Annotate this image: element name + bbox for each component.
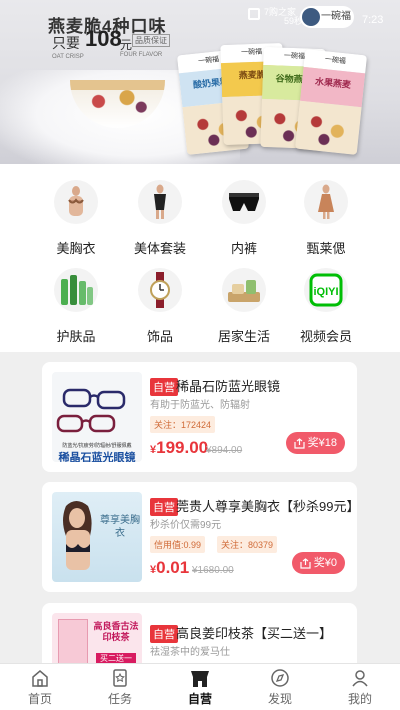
watch-icon [138, 268, 182, 312]
category-dress[interactable]: 甄莱偲 [286, 180, 366, 257]
task-icon [80, 668, 160, 688]
category-grid: 美胸衣 美体套装 内裤 甄莱偲 护肤品 饰品 居家生活 iQIYI 视频会员 [0, 164, 400, 352]
brand-logo-icon [302, 8, 320, 26]
category-bra[interactable]: 美胸衣 [36, 180, 116, 257]
user-icon [320, 668, 400, 688]
credit-value-chip: 信用值:0.99 [150, 536, 206, 553]
self-operated-badge: 自营 [150, 498, 178, 516]
banner-small-text: OAT CRISP [52, 54, 84, 60]
category-video-membership[interactable]: iQIYI 视频会员 [286, 268, 366, 345]
banner-price-unit: 元 [120, 38, 133, 52]
bottom-navigation: 首页 任务 自营 发现 我的 [0, 663, 400, 710]
category-underwear[interactable]: 内裤 [204, 180, 284, 257]
share-icon [300, 557, 311, 569]
nav-discover[interactable]: 发现 [240, 664, 320, 710]
status-time: 7:23 [362, 14, 384, 26]
share-icon [294, 437, 305, 449]
category-bodysuit[interactable]: 美体套装 [120, 180, 200, 257]
product-price: ¥199.00 [150, 438, 209, 457]
reward-button[interactable]: 奖¥0 [291, 552, 345, 574]
dress-icon [304, 180, 348, 224]
underwear-icon [222, 180, 266, 224]
original-price: ¥894.00 [206, 445, 243, 456]
product-description: 祛湿茶中的爱马仕 [150, 647, 230, 658]
banner-price: 108 [85, 26, 122, 51]
category-skincare[interactable]: 护肤品 [36, 268, 116, 345]
product-card[interactable]: 尊享美胸衣 自营 莞贵人尊享美胸衣【秒杀99元】 秒杀价仅需99元 信用值:0.… [42, 482, 360, 592]
original-price: ¥1680.00 [192, 565, 234, 576]
category-accessories[interactable]: 饰品 [120, 268, 200, 345]
home-icon [0, 668, 80, 688]
product-price: ¥0.01 [150, 558, 190, 577]
product-title: 高良姜印枝茶【买二送一】 [176, 626, 333, 641]
promo-banner[interactable]: 燕麦脆4种口味 只要 108 元 品质保证 OAT CRISP FOUR FLA… [0, 0, 400, 164]
nav-tasks[interactable]: 任务 [80, 664, 160, 710]
nav-home[interactable]: 首页 [0, 664, 80, 710]
nav-mine[interactable]: 我的 [320, 664, 400, 710]
nav-self-operated[interactable]: 自营 [160, 664, 240, 710]
follow-count-chip: 关注：80379 [217, 536, 278, 553]
svg-text:iQIYI: iQIYI [313, 286, 338, 298]
home-goods-icon [222, 268, 266, 312]
bodysuit-icon [138, 180, 182, 224]
product-description: 秒杀价仅需99元 [150, 520, 222, 531]
bra-icon [54, 180, 98, 224]
banner-small-text-2: FOUR FLAVOR [120, 52, 163, 58]
store-icon [160, 668, 240, 688]
self-operated-badge: 自营 [150, 378, 178, 396]
banner-tag: 品质保证 [132, 34, 170, 47]
skincare-icon [54, 268, 98, 312]
product-description: 有助于防蓝光、防辐射 [150, 400, 250, 411]
banner-price-prefix: 只要 [52, 35, 80, 51]
self-operated-badge: 自营 [150, 625, 178, 643]
product-thumbnail: 防蓝光/抗疲劳/防辐射/舒服佩戴 稀晶石蓝光眼镜 [52, 372, 142, 462]
follow-count-chip: 关注：172424 [150, 416, 216, 433]
product-thumbnail: 尊享美胸衣 [52, 492, 142, 582]
compass-icon [240, 668, 320, 688]
home-status-icon [248, 8, 260, 20]
category-home-living[interactable]: 居家生活 [204, 268, 284, 345]
product-title: 莞贵人尊享美胸衣【秒杀99元】 [176, 499, 360, 514]
product-title: 稀晶石防蓝光眼镜 [176, 379, 281, 394]
product-card[interactable]: 防蓝光/抗疲劳/防辐射/舒服佩戴 稀晶石蓝光眼镜 自营 稀晶石防蓝光眼镜 有助于… [42, 362, 357, 472]
reward-button[interactable]: 奖¥18 [285, 432, 345, 454]
product-pack-4: 一碗福 水果燕麦 [294, 49, 368, 155]
iqiyi-icon: iQIYI [304, 268, 348, 312]
